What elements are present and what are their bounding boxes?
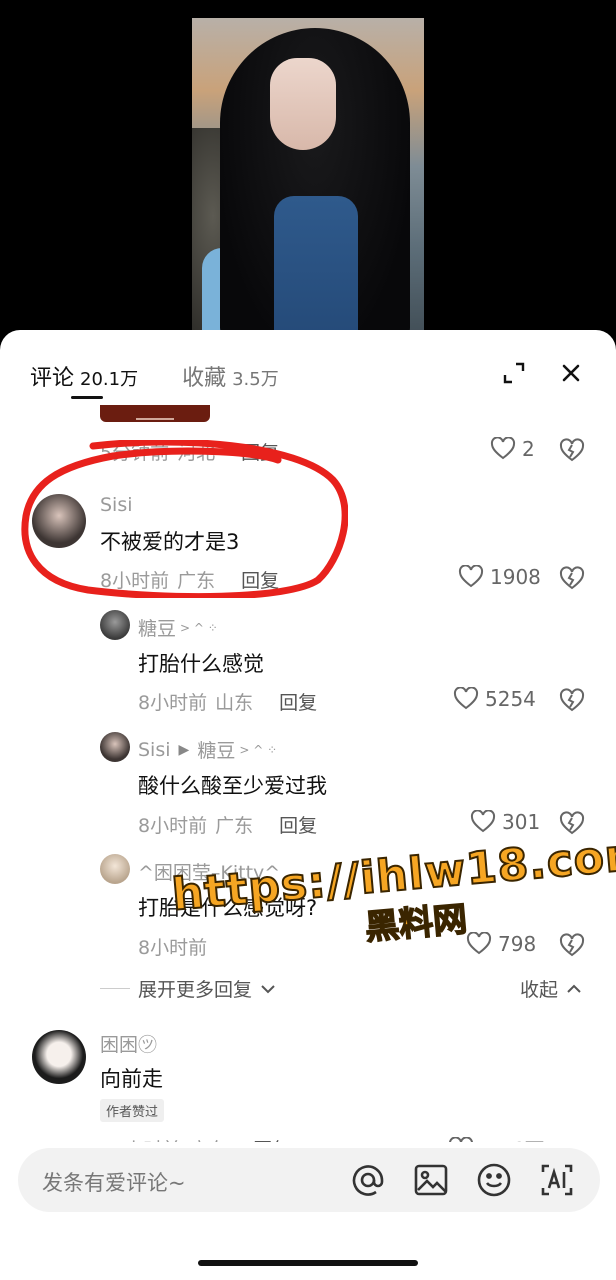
like-button[interactable]: 2 (490, 437, 535, 461)
expand-more-replies-button[interactable]: 展开更多回复 (100, 975, 278, 1002)
heart-icon (470, 810, 496, 833)
tab-comments[interactable]: 评论 20.1万 (30, 360, 138, 392)
divider (100, 988, 130, 989)
like-button[interactable]: 5254 (453, 687, 536, 711)
reply-username[interactable]: Sisi ▶ 糖豆 > ^ ⁘ (138, 736, 277, 763)
previous-comment-sticker (100, 405, 210, 422)
reply-button[interactable]: 回复 (279, 688, 317, 715)
comment-input-bar[interactable]: 发条有爱评论~ (18, 1148, 600, 1212)
reply-username-text: Sisi (138, 738, 171, 761)
tab-favorites-count: 3.5万 (232, 369, 279, 390)
like-count: 2 (522, 437, 535, 461)
dislike-icon[interactable] (558, 932, 586, 958)
at-mention-icon[interactable] (350, 1162, 386, 1198)
avatar[interactable] (32, 1030, 86, 1084)
avatar[interactable] (100, 854, 130, 884)
reply-username[interactable]: 糖豆 > ^ ⁘ (138, 614, 218, 641)
red-circle-annotation (21, 440, 348, 598)
comment-text: 向前走 (100, 1067, 163, 1091)
video-person-top (274, 196, 358, 348)
dislike-icon[interactable] (558, 810, 586, 836)
reply-arrow-icon: ▶ (178, 741, 190, 758)
chevron-down-icon (261, 984, 275, 993)
like-count: 5254 (485, 687, 536, 711)
user-tag: > ^ ⁘ (239, 742, 278, 757)
reply-username-text: 糖豆 (138, 618, 177, 640)
home-indicator (198, 1260, 418, 1266)
emoji-icon[interactable] (476, 1162, 512, 1198)
dislike-icon[interactable] (558, 437, 586, 463)
reply-time: 8小时前 (138, 815, 208, 837)
close-icon[interactable] (559, 361, 583, 385)
reply-button[interactable]: 回复 (279, 811, 317, 838)
avatar[interactable] (100, 610, 130, 640)
dislike-icon[interactable] (558, 687, 586, 713)
reply-meta: 8小时前 广东 回复 (138, 811, 317, 838)
tab-bar: 评论 20.1万 收藏 3.5万 (30, 360, 323, 392)
chevron-up-icon (567, 984, 581, 993)
watermark: https://ihlw18.com 黑料网 (169, 827, 616, 966)
collapse-label: 收起 (520, 979, 559, 1001)
comment-sheet: 评论 20.1万 收藏 3.5万 5分钟前 河北 回复 2 Sisi 不被爱的才… (0, 330, 616, 1280)
tab-favorites[interactable]: 收藏 3.5万 (182, 360, 279, 392)
reply-to-username: 糖豆 (197, 740, 236, 762)
heart-icon (453, 687, 479, 710)
comment-username[interactable]: 困困㋡ (100, 1030, 157, 1057)
tab-comments-count: 20.1万 (80, 369, 139, 390)
reply-time: 8小时前 (138, 692, 208, 714)
video-player[interactable] (192, 18, 424, 348)
reply-location: 广东 (215, 815, 254, 837)
tab-underline (71, 396, 103, 399)
reply-text: 打胎什么感觉 (138, 652, 264, 676)
video-person-face (270, 58, 336, 150)
expand-more-label: 展开更多回复 (138, 979, 253, 1001)
like-count: 301 (502, 810, 541, 834)
tab-favorites-label: 收藏 (182, 366, 227, 391)
image-icon[interactable] (413, 1162, 449, 1198)
ai-icon[interactable] (539, 1162, 575, 1198)
expand-icon[interactable] (502, 361, 526, 385)
dislike-icon[interactable] (558, 565, 586, 591)
collapse-replies-button[interactable]: 收起 (520, 975, 584, 1002)
heart-icon (490, 437, 516, 460)
author-liked-badge: 作者赞过 (100, 1099, 165, 1122)
heart-icon (458, 565, 484, 588)
like-count: 1908 (490, 565, 541, 589)
like-button[interactable]: 301 (470, 810, 540, 834)
user-tag: > ^ ⁘ (180, 620, 218, 635)
comment-input-placeholder[interactable]: 发条有爱评论~ (42, 1167, 186, 1197)
like-button[interactable]: 1908 (458, 565, 541, 589)
avatar[interactable] (100, 732, 130, 762)
tab-comments-label: 评论 (30, 366, 75, 391)
reply-text: 酸什么酸至少爱过我 (138, 774, 327, 798)
reply-location: 山东 (215, 692, 254, 714)
reply-meta: 8小时前 山东 回复 (138, 688, 317, 715)
